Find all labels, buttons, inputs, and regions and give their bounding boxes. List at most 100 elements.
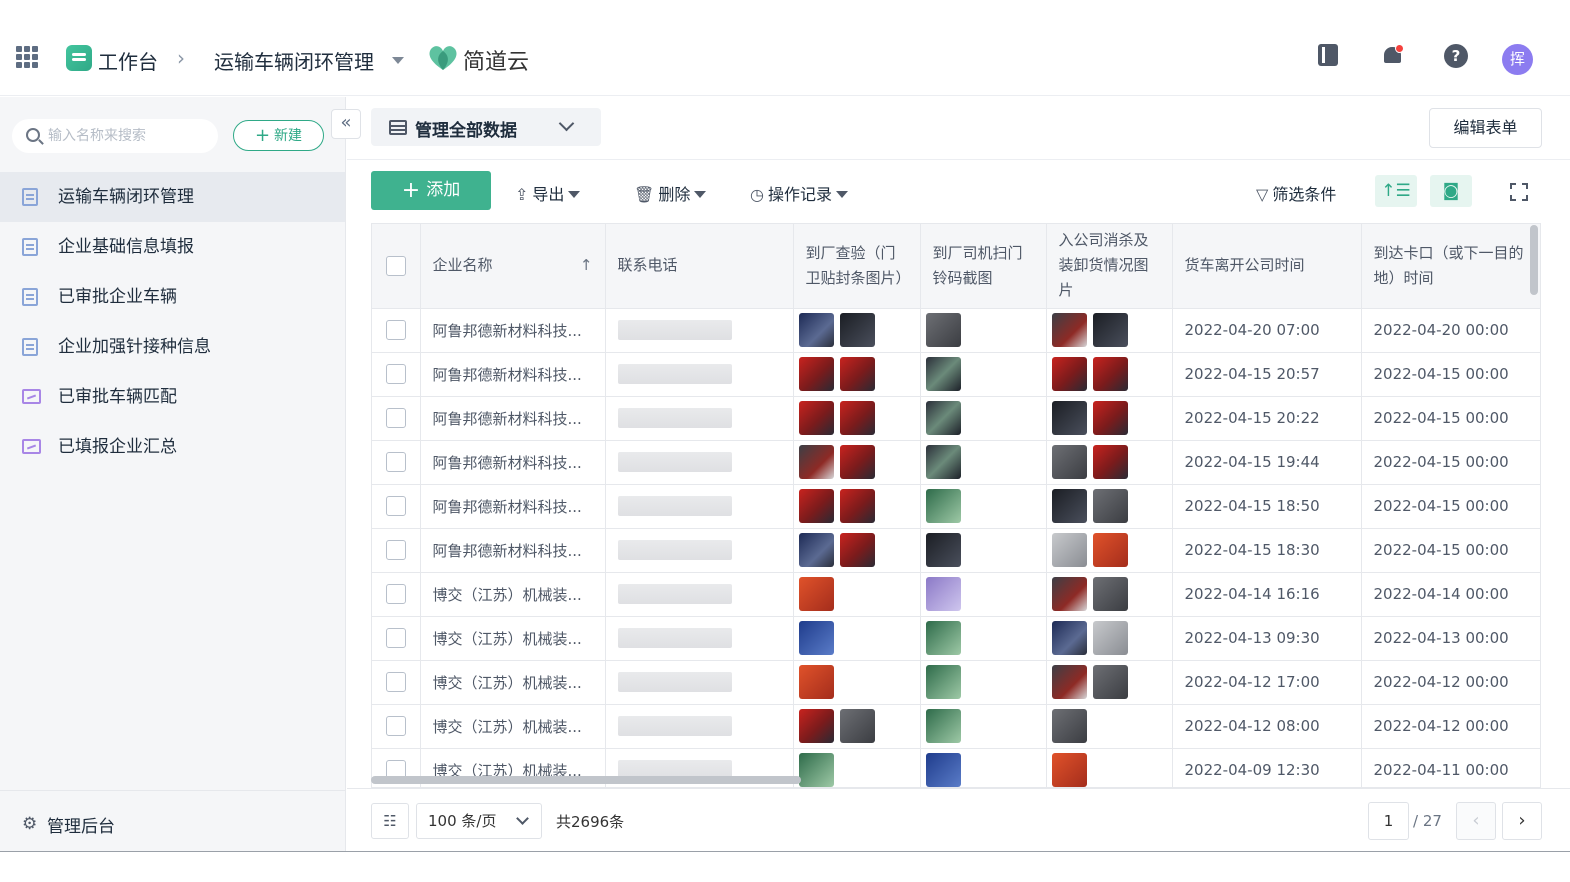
page-size-select[interactable]: 100 条/页 bbox=[416, 803, 542, 839]
company-cell[interactable]: 阿鲁邦德新材料科技... bbox=[420, 396, 606, 441]
select-all-checkbox[interactable] bbox=[385, 255, 406, 276]
photo-thumbnail[interactable] bbox=[798, 753, 834, 787]
photo-thumbnail[interactable] bbox=[798, 357, 834, 391]
row-checkbox[interactable] bbox=[385, 672, 406, 692]
company-cell[interactable]: 阿鲁邦德新材料科技... bbox=[420, 308, 606, 353]
table-row[interactable]: 阿鲁邦德新材料科技... 2022-04-20 07:00 2022-04-20… bbox=[372, 308, 1540, 353]
page-number-input[interactable]: 1 bbox=[1368, 802, 1409, 840]
photo-thumbnail[interactable] bbox=[839, 709, 875, 743]
row-checkbox[interactable] bbox=[385, 540, 406, 560]
help-icon[interactable]: ? bbox=[1444, 44, 1468, 68]
photo-thumbnail[interactable] bbox=[1092, 621, 1128, 655]
row-checkbox[interactable] bbox=[385, 320, 406, 340]
app-grid-icon[interactable] bbox=[16, 46, 38, 68]
photo-thumbnail[interactable] bbox=[1051, 401, 1087, 435]
photo-thumbnail[interactable] bbox=[925, 621, 961, 655]
column-header-arrive-time[interactable]: 到达卡口（或下一目的地）时间 bbox=[1361, 224, 1540, 309]
next-page-button[interactable]: › bbox=[1502, 802, 1542, 840]
photo-thumbnail[interactable] bbox=[925, 577, 961, 611]
photo-thumbnail[interactable] bbox=[839, 313, 875, 347]
photo-thumbnail[interactable] bbox=[1051, 357, 1087, 391]
table-row[interactable]: 阿鲁邦德新材料科技... 2022-04-15 18:50 2022-04-15… bbox=[372, 484, 1540, 529]
photo-thumbnail[interactable] bbox=[1092, 445, 1128, 479]
table-row[interactable]: 博交（江苏）机械装... 2022-04-13 09:30 2022-04-13… bbox=[372, 616, 1540, 661]
photo-thumbnail[interactable] bbox=[798, 577, 834, 611]
prev-page-button[interactable]: ‹ bbox=[1456, 802, 1496, 840]
photo-thumbnail[interactable] bbox=[798, 665, 834, 699]
photo-thumbnail[interactable] bbox=[1051, 621, 1087, 655]
sidebar-item-company-summary[interactable]: 已填报企业汇总 bbox=[0, 422, 345, 472]
photo-thumbnail[interactable] bbox=[925, 753, 961, 787]
photo-thumbnail[interactable] bbox=[798, 621, 834, 655]
photo-thumbnail[interactable] bbox=[798, 709, 834, 743]
photo-thumbnail[interactable] bbox=[839, 401, 875, 435]
photo-thumbnail[interactable] bbox=[925, 709, 961, 743]
photo-thumbnail[interactable] bbox=[839, 489, 875, 523]
horizontal-scrollbar[interactable] bbox=[371, 776, 801, 784]
sort-button[interactable]: ↑☰ bbox=[1375, 175, 1417, 207]
sidebar-item-company-info[interactable]: 企业基础信息填报 bbox=[0, 222, 345, 272]
fullscreen-icon[interactable] bbox=[1510, 183, 1528, 201]
table-row[interactable]: 博交（江苏）机械装... 2022-04-14 16:16 2022-04-14… bbox=[372, 572, 1540, 617]
company-cell[interactable]: 博交（江苏）机械装... bbox=[420, 572, 606, 617]
book-icon[interactable] bbox=[1318, 44, 1338, 66]
photo-thumbnail[interactable] bbox=[1051, 489, 1087, 523]
table-row[interactable]: 阿鲁邦德新材料科技... 2022-04-15 20:22 2022-04-15… bbox=[372, 396, 1540, 441]
photo-thumbnail[interactable] bbox=[1051, 709, 1087, 743]
column-header-scan-photo[interactable]: 到厂司机扫门铃码截图 bbox=[920, 224, 1047, 309]
photo-thumbnail[interactable] bbox=[925, 489, 961, 523]
vertical-scrollbar[interactable] bbox=[1530, 225, 1538, 295]
row-checkbox[interactable] bbox=[385, 496, 406, 516]
column-header-company[interactable]: 企业名称 ↑ bbox=[420, 224, 606, 309]
table-row[interactable]: 博交（江苏）机械装... 2022-04-12 17:00 2022-04-12… bbox=[372, 660, 1540, 705]
photo-thumbnail[interactable] bbox=[1092, 665, 1128, 699]
photo-thumbnail[interactable] bbox=[839, 533, 875, 567]
add-button[interactable]: + 添加 bbox=[371, 171, 491, 210]
workspace-link[interactable]: 工作台 bbox=[98, 46, 158, 75]
view-selector[interactable]: 管理全部数据 bbox=[371, 108, 601, 146]
company-cell[interactable]: 博交（江苏）机械装... bbox=[420, 704, 606, 749]
photo-thumbnail[interactable] bbox=[1092, 313, 1128, 347]
column-header-leave-time[interactable]: 货车离开公司时间 bbox=[1172, 224, 1362, 309]
photo-thumbnail[interactable] bbox=[1051, 665, 1087, 699]
export-button[interactable]: ⇪ 导出 bbox=[515, 181, 581, 205]
photo-thumbnail[interactable] bbox=[1092, 357, 1128, 391]
photo-thumbnail[interactable] bbox=[798, 445, 834, 479]
company-cell[interactable]: 博交（江苏）机械装... bbox=[420, 660, 606, 705]
table-row[interactable]: 阿鲁邦德新材料科技... 2022-04-15 18:30 2022-04-15… bbox=[372, 528, 1540, 573]
table-row[interactable]: 阿鲁邦德新材料科技... 2022-04-15 20:57 2022-04-15… bbox=[372, 352, 1540, 397]
photo-thumbnail[interactable] bbox=[1051, 533, 1087, 567]
column-header-disinfect-photo[interactable]: 入公司消杀及装卸货情况图片 bbox=[1046, 224, 1173, 309]
comment-view-button[interactable]: ◙ bbox=[1430, 175, 1472, 207]
column-header-seal-photo[interactable]: 到厂查验（门卫贴封条图片） bbox=[793, 224, 921, 309]
company-cell[interactable]: 阿鲁邦德新材料科技... bbox=[420, 440, 606, 485]
photo-thumbnail[interactable] bbox=[925, 313, 961, 347]
row-checkbox[interactable] bbox=[385, 584, 406, 604]
photo-thumbnail[interactable] bbox=[1051, 577, 1087, 611]
company-cell[interactable]: 阿鲁邦德新材料科技... bbox=[420, 484, 606, 529]
photo-thumbnail[interactable] bbox=[1092, 533, 1128, 567]
row-checkbox[interactable] bbox=[385, 716, 406, 736]
sidebar-item-vehicle-match[interactable]: 已审批车辆匹配 bbox=[0, 372, 345, 422]
sidebar-item-approved-vehicles[interactable]: 已审批企业车辆 bbox=[0, 272, 345, 322]
company-cell[interactable]: 博交（江苏）机械装... bbox=[420, 616, 606, 661]
search-input[interactable] bbox=[48, 126, 208, 146]
photo-thumbnail[interactable] bbox=[1092, 401, 1128, 435]
photo-thumbnail[interactable] bbox=[1051, 753, 1087, 787]
photo-thumbnail[interactable] bbox=[1051, 445, 1087, 479]
photo-thumbnail[interactable] bbox=[839, 357, 875, 391]
notification-bell-icon[interactable] bbox=[1381, 44, 1405, 68]
photo-thumbnail[interactable] bbox=[925, 665, 961, 699]
row-checkbox[interactable] bbox=[385, 452, 406, 472]
photo-thumbnail[interactable] bbox=[925, 401, 961, 435]
column-header-phone[interactable]: 联系电话 bbox=[605, 224, 794, 309]
column-settings-button[interactable]: ☷ bbox=[371, 803, 409, 839]
edit-form-button[interactable]: 编辑表单 bbox=[1429, 108, 1542, 148]
photo-thumbnail[interactable] bbox=[798, 313, 834, 347]
photo-thumbnail[interactable] bbox=[925, 445, 961, 479]
photo-thumbnail[interactable] bbox=[1092, 489, 1128, 523]
workspace-icon[interactable] bbox=[66, 45, 92, 71]
company-cell[interactable]: 阿鲁邦德新材料科技... bbox=[420, 352, 606, 397]
row-checkbox[interactable] bbox=[385, 364, 406, 384]
avatar[interactable]: 挥 bbox=[1502, 44, 1533, 75]
